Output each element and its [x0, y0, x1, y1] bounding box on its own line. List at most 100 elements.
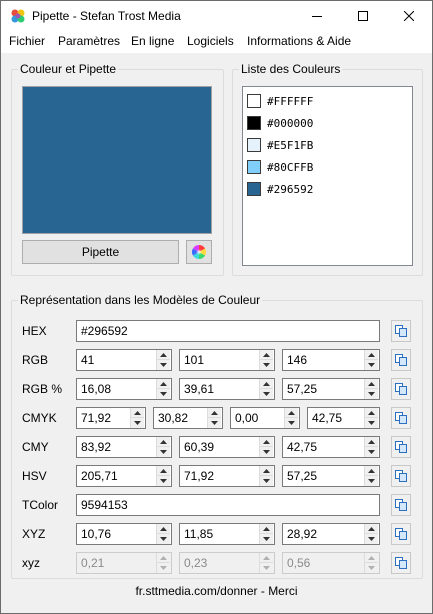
spin-up-arrow-icon[interactable] — [156, 466, 170, 476]
spin-up-arrow-icon[interactable] — [364, 437, 378, 447]
menu-parametres[interactable]: Paramètres — [58, 34, 120, 48]
spin-buttons[interactable] — [364, 466, 378, 486]
spin-down-arrow-icon[interactable] — [364, 360, 378, 370]
color-list-item[interactable]: #FFFFFF — [247, 93, 313, 109]
spin-buttons[interactable] — [156, 524, 170, 544]
palette-app-icon — [11, 9, 25, 23]
spin-down-arrow-icon[interactable] — [259, 389, 273, 399]
color-wheel-button[interactable] — [186, 240, 212, 264]
pipette-button[interactable]: Pipette — [22, 240, 179, 264]
spin-buttons[interactable] — [156, 379, 170, 399]
copy-button[interactable] — [391, 494, 411, 516]
spin-buttons[interactable] — [259, 379, 273, 399]
minimize-icon — [312, 16, 322, 17]
spin-up-arrow-icon[interactable] — [259, 524, 273, 534]
spin-up-arrow-icon[interactable] — [156, 350, 170, 360]
spin-up-arrow-icon[interactable] — [130, 408, 144, 418]
spin-down-arrow-icon[interactable] — [364, 534, 378, 544]
maximize-button[interactable] — [340, 1, 386, 31]
current-color-preview — [22, 86, 212, 234]
spin-down-arrow-icon[interactable] — [259, 447, 273, 457]
spin-down-arrow-icon[interactable] — [284, 418, 298, 428]
spin-up-arrow-icon[interactable] — [259, 466, 273, 476]
spin-buttons — [156, 553, 170, 573]
spin-down-arrow-icon[interactable] — [156, 476, 170, 486]
spin-buttons[interactable] — [284, 408, 298, 428]
color-list-item[interactable]: #000000 — [247, 115, 313, 131]
spin-up-arrow-icon[interactable] — [259, 437, 273, 447]
model-value-field[interactable]: #296592 — [76, 320, 380, 342]
spin-buttons[interactable] — [364, 437, 378, 457]
spin-buttons — [364, 553, 378, 573]
color-list-item[interactable]: #E5F1FB — [247, 137, 313, 153]
spin-down-arrow-icon[interactable] — [259, 476, 273, 486]
spin-buttons[interactable] — [259, 524, 273, 544]
menu-informations-aide[interactable]: Informations & Aide — [247, 34, 351, 48]
spin-up-arrow-icon[interactable] — [207, 408, 221, 418]
spin-down-arrow-icon[interactable] — [130, 418, 144, 428]
spin-up-arrow-icon[interactable] — [364, 466, 378, 476]
model-value-field[interactable]: 9594153 — [76, 494, 380, 516]
spin-buttons[interactable] — [207, 408, 221, 428]
color-list[interactable]: #FFFFFF #000000 #E5F1FB #80CFFB #296592 — [242, 86, 413, 266]
spin-buttons[interactable] — [156, 466, 170, 486]
model-label: HEX — [22, 324, 47, 338]
model-label: TColor — [22, 498, 59, 512]
spin-up-arrow-icon[interactable] — [364, 350, 378, 360]
model-label: RGB — [22, 353, 49, 367]
spin-down-arrow-icon[interactable] — [156, 534, 170, 544]
model-value-text: 11,85 — [184, 527, 214, 541]
model-value-text: 60,39 — [184, 440, 215, 454]
spin-up-arrow-icon[interactable] — [364, 524, 378, 534]
spin-down-arrow-icon[interactable] — [364, 447, 378, 457]
close-button[interactable] — [386, 1, 432, 31]
spin-buttons[interactable] — [130, 408, 144, 428]
copy-button[interactable] — [391, 436, 411, 458]
copy-button[interactable] — [391, 552, 411, 574]
spin-up-arrow-icon[interactable] — [284, 408, 298, 418]
menu-fichier[interactable]: Fichier — [9, 34, 45, 48]
spin-down-arrow-icon[interactable] — [364, 389, 378, 399]
spin-down-arrow-icon[interactable] — [156, 360, 170, 370]
color-list-item[interactable]: #80CFFB — [247, 159, 313, 175]
spin-up-arrow-icon[interactable] — [364, 379, 378, 389]
copy-button[interactable] — [391, 407, 411, 429]
spin-down-arrow-icon[interactable] — [364, 476, 378, 486]
spin-buttons[interactable] — [156, 350, 170, 370]
spin-buttons[interactable] — [259, 350, 273, 370]
spin-up-arrow-icon[interactable] — [156, 437, 170, 447]
model-value-text: 0,00 — [235, 411, 259, 425]
spin-buttons[interactable] — [364, 408, 378, 428]
copy-button[interactable] — [391, 378, 411, 400]
model-value-text: 83,92 — [81, 440, 112, 454]
app-window: Pipette - Stefan Trost Media Fichier Par… — [0, 0, 433, 614]
spin-buttons[interactable] — [259, 466, 273, 486]
maximize-icon — [358, 11, 368, 21]
model-label: CMY — [22, 440, 49, 454]
spin-buttons[interactable] — [156, 437, 170, 457]
minimize-button[interactable] — [294, 1, 340, 31]
spin-down-arrow-icon[interactable] — [207, 418, 221, 428]
copy-button[interactable] — [391, 465, 411, 487]
spin-up-arrow-icon[interactable] — [259, 350, 273, 360]
spin-buttons[interactable] — [364, 350, 378, 370]
spin-down-arrow-icon[interactable] — [259, 360, 273, 370]
spin-down-arrow-icon[interactable] — [259, 534, 273, 544]
copy-button[interactable] — [391, 349, 411, 371]
menu-en-ligne[interactable]: En ligne — [131, 34, 174, 48]
color-list-item[interactable]: #296592 — [247, 181, 313, 197]
donate-link[interactable]: fr.sttmedia.com/donner - Merci — [1, 584, 432, 598]
spin-up-arrow-icon[interactable] — [156, 524, 170, 534]
spin-up-arrow-icon[interactable] — [364, 408, 378, 418]
spin-down-arrow-icon[interactable] — [364, 418, 378, 428]
copy-button[interactable] — [391, 523, 411, 545]
menu-logiciels[interactable]: Logiciels — [187, 34, 234, 48]
spin-buttons[interactable] — [259, 437, 273, 457]
spin-up-arrow-icon[interactable] — [156, 379, 170, 389]
copy-button[interactable] — [391, 320, 411, 342]
spin-buttons[interactable] — [364, 524, 378, 544]
spin-down-arrow-icon[interactable] — [156, 447, 170, 457]
spin-down-arrow-icon[interactable] — [156, 389, 170, 399]
spin-up-arrow-icon[interactable] — [259, 379, 273, 389]
spin-buttons[interactable] — [364, 379, 378, 399]
